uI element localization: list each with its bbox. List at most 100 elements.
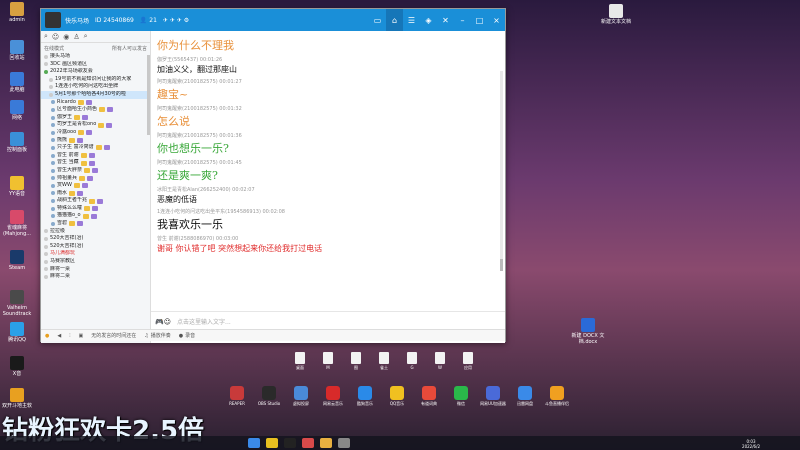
desktop-icon[interactable]: Valheim Soundtrack (2, 290, 32, 317)
desktop-icon[interactable]: 控制面板 (2, 132, 32, 153)
user-row[interactable]: 战斜王者千兆 (41, 197, 150, 205)
shelf-item[interactable]: W (430, 352, 450, 371)
user-row[interactable]: 雨水 (41, 190, 150, 198)
dock-item[interactable]: 虚拟投屏 (288, 386, 314, 407)
desktop-icon[interactable]: Steam (2, 250, 32, 271)
desktop-icon[interactable]: 新建 DOCX 文档.docx (570, 318, 606, 345)
user-row[interactable]: 帅祖董兵 (41, 175, 150, 183)
dock-item[interactable]: 迅雷网盘 (512, 386, 538, 407)
message-scroll-thumb[interactable] (500, 259, 503, 271)
list-icon[interactable]: ☰ (403, 9, 420, 31)
mixer-icon[interactable]: ⫶ (69, 333, 70, 339)
desktop-icon[interactable]: YY语音 (2, 176, 32, 197)
channel-row[interactable]: 5月1号那个哈哈各4月30号的啦 (41, 90, 150, 99)
user-row[interactable]: 熊熊 (41, 137, 150, 145)
dock-item[interactable]: QQ音乐 (384, 386, 410, 407)
sort-mode-dropdown[interactable]: 在线模式 (44, 45, 64, 52)
user-row[interactable]: 伽罗王 (41, 114, 150, 122)
channel-row[interactable]: 19号前不就是知识问让我的的大家 (41, 76, 150, 84)
user-row[interactable]: 特殊么么嚯 (41, 205, 150, 213)
channel-row[interactable]: 3DC 画区频道区 (41, 61, 150, 69)
user-row[interactable]: 区号面哈生小商色 (41, 106, 150, 114)
dock-item[interactable]: REAPER (224, 386, 250, 407)
dock-item[interactable]: 网易云音乐 (320, 386, 346, 407)
user-row[interactable]: 司罗王是青松ono (41, 121, 150, 129)
record-button[interactable]: 录音 (185, 332, 195, 339)
obs-icon[interactable] (284, 438, 296, 448)
desktop-icon[interactable]: 回收站 (2, 40, 32, 61)
channel-row[interactable]: 马儿满都玩 (41, 250, 150, 258)
channel-row[interactable]: 接头马场 (41, 53, 150, 61)
search-icon[interactable]: ⌕ (44, 32, 48, 41)
user-row[interactable]: 曾生大胖奈 (41, 167, 150, 175)
gamepad-icon[interactable]: 🎮 (155, 318, 164, 326)
channel-row[interactable]: 拉拉级 (41, 228, 150, 236)
dock-item[interactable]: 斗鱼直播伴侣 (544, 386, 570, 407)
windows-start-icon[interactable] (248, 438, 260, 448)
shelf-item[interactable]: 雀土 (374, 352, 394, 371)
home-icon[interactable]: ⌂ (386, 9, 403, 31)
user-row[interactable]: 只子生 富冷简谱 (41, 144, 150, 152)
message-scrollbar[interactable] (500, 71, 503, 271)
screen-share-icon[interactable]: ▭ (369, 9, 386, 31)
channel-row[interactable]: 麻将一桌 (41, 266, 150, 274)
shelf-item[interactable]: 应用 (458, 352, 478, 371)
gamepad-icon[interactable]: ◈ (420, 9, 437, 31)
taskbar-clock[interactable]: 0:03 2022/6/2 (742, 439, 760, 449)
user-row[interactable]: 冷露ooo (41, 129, 150, 137)
desktop-icon[interactable]: 网络 (2, 100, 32, 121)
dock-item[interactable]: OBS Studio (256, 386, 282, 407)
app-icon[interactable] (302, 438, 314, 448)
dock-item[interactable]: 微信 (448, 386, 474, 407)
channel-row[interactable]: 520大吉祥(冶) (41, 243, 150, 251)
desktop-icon[interactable]: 新建文本文档 (598, 4, 634, 25)
user-row[interactable]: Ricardo (41, 99, 150, 107)
channel-row[interactable]: 520大吉祥(冶) (41, 235, 150, 243)
desktop-icon[interactable]: 双开斗地主软 (2, 388, 32, 409)
channel-tree-scrollbar[interactable] (147, 55, 150, 135)
desktop-icon[interactable]: 此电脑 (2, 72, 32, 93)
app-icon[interactable] (338, 438, 350, 448)
message-input[interactable]: 点击这里输入文字... (177, 317, 231, 326)
search-icon[interactable]: ⌕ (84, 32, 88, 41)
mute-icon[interactable]: ✕ (437, 9, 454, 31)
desktop-icon[interactable]: admin (2, 2, 32, 23)
window-titlebar[interactable]: 快乐马场 ID 24540869 👤 21 ✈ ✈ ✈ ⚙ ▭ ⌂ ☰ ◈ ✕ … (41, 9, 505, 31)
desktop-icon[interactable]: 腾讯QQ (2, 322, 32, 343)
minimize-icon[interactable]: – (454, 9, 471, 31)
maximize-icon[interactable]: □ (471, 9, 488, 31)
camera-icon[interactable]: ▣ (79, 333, 84, 339)
channel-row[interactable]: 麻将二桌 (41, 273, 150, 281)
person-icon[interactable]: ♙ (73, 33, 79, 41)
close-icon[interactable]: × (488, 9, 505, 31)
dock-item[interactable]: 有道词典 (416, 386, 442, 407)
row-label: 冷露ooo (57, 128, 77, 135)
user-row[interactable]: 赏WW (41, 182, 150, 190)
shelf-item[interactable]: 图 (346, 352, 366, 371)
user-row[interactable]: 曾生 前谢 (41, 152, 150, 160)
shelf-item[interactable]: G (402, 352, 422, 371)
shelf-item[interactable]: M (318, 352, 338, 371)
channel-row[interactable]: 马赛宗教区 (41, 258, 150, 266)
location-icon[interactable]: ◉ (63, 33, 69, 41)
desktop-icon[interactable]: 雀魂麻将(Mahjong... (2, 210, 32, 237)
dock-item[interactable]: 网易UU加速器 (480, 386, 506, 407)
play-accompaniment-button[interactable]: 播放伴奏 (151, 332, 171, 339)
user-row[interactable]: 猫猫猫o_o (41, 212, 150, 220)
record-icon[interactable]: ● (179, 333, 183, 339)
shelf-item[interactable]: 桌面 (290, 352, 310, 371)
channel-icon (44, 244, 48, 249)
speaker-icon[interactable]: ◀ (57, 333, 61, 339)
desktop-icon[interactable]: X音 (2, 356, 32, 377)
app-icon (10, 250, 24, 264)
music-icon[interactable]: ♫ (144, 333, 148, 339)
chrome-icon[interactable] (266, 438, 278, 448)
user-row[interactable]: 雪碧 (41, 220, 150, 228)
user-row[interactable]: 曾生 当藏 (41, 159, 150, 167)
emoji-icon[interactable]: ☺ (164, 318, 171, 326)
chat-icon[interactable]: ☺ (52, 33, 59, 41)
folder-icon[interactable] (320, 438, 332, 448)
channel-row[interactable]: 1连连小吃何的问这吃出坐牌 (41, 83, 150, 91)
channel-row[interactable]: 2022年马场歌友会 (41, 68, 150, 76)
dock-item[interactable]: 酷狗音乐 (352, 386, 378, 407)
